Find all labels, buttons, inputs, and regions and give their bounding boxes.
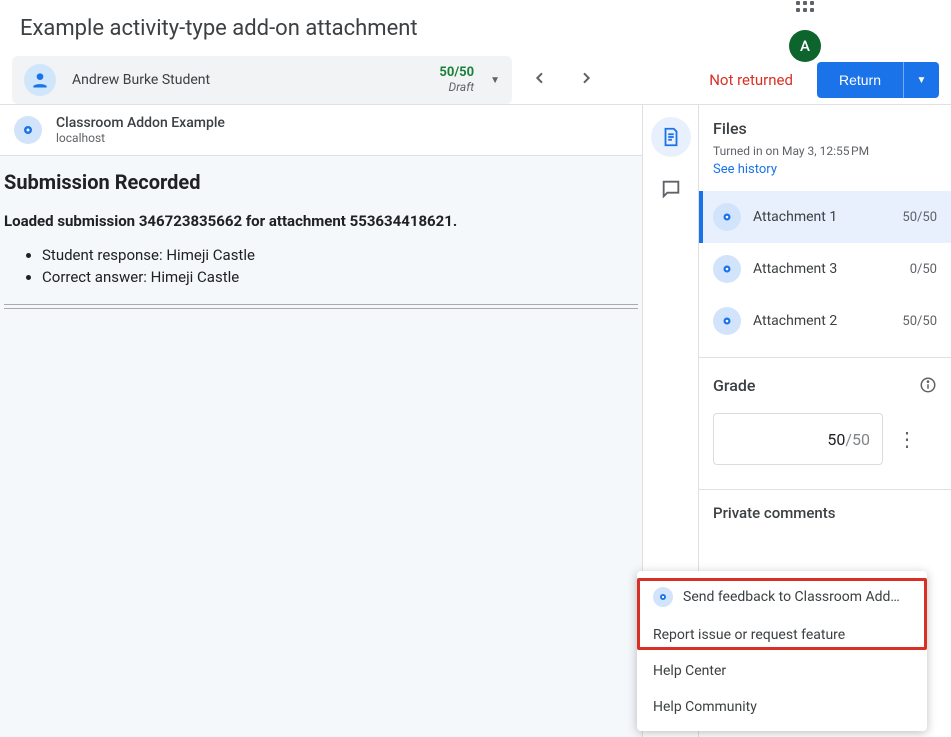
- chevron-down-icon: ▼: [490, 75, 500, 86]
- file-row[interactable]: Attachment 2 50/50: [699, 295, 951, 347]
- next-student-button[interactable]: [568, 70, 604, 91]
- avatar[interactable]: A: [789, 30, 821, 62]
- student-score: 50/50: [439, 66, 474, 80]
- addon-name: Classroom Addon Example: [56, 115, 225, 131]
- submission-heading: Submission Recorded: [4, 170, 638, 194]
- attachment-icon: [713, 255, 741, 283]
- addon-icon: [14, 116, 42, 144]
- file-name: Attachment 2: [753, 313, 890, 329]
- files-title: Files: [713, 119, 937, 138]
- file-row[interactable]: Attachment 1 50/50: [699, 191, 951, 243]
- prev-student-button[interactable]: [522, 70, 558, 91]
- menu-item-label: Help Community: [653, 699, 757, 715]
- menu-item-send-feedback[interactable]: Send feedback to Classroom Add…: [637, 577, 927, 617]
- file-name: Attachment 1: [753, 209, 890, 225]
- draft-label: Draft: [449, 81, 475, 94]
- file-score: 0/50: [910, 262, 937, 277]
- help-menu: Send feedback to Classroom Add… Report i…: [637, 571, 927, 731]
- menu-item-label: Send feedback to Classroom Add…: [683, 589, 900, 605]
- grade-input[interactable]: 50/50: [713, 413, 883, 465]
- file-score: 50/50: [902, 314, 937, 329]
- return-status: Not returned: [709, 71, 793, 89]
- comments-tab-icon[interactable]: [651, 169, 691, 209]
- grade-denominator: /50: [845, 430, 870, 449]
- addon-icon: [653, 587, 673, 607]
- student-selector[interactable]: Andrew Burke Student 50/50 Draft ▼: [12, 56, 512, 104]
- submission-bullet: Student response: Himeji Castle: [42, 246, 638, 264]
- grade-value: 50: [827, 430, 845, 449]
- file-row[interactable]: Attachment 3 0/50: [699, 243, 951, 295]
- addon-iframe-body: Submission Recorded Loaded submission 34…: [0, 156, 642, 737]
- return-dropdown-button[interactable]: ▼: [903, 62, 939, 98]
- menu-item-help-community[interactable]: Help Community: [637, 689, 927, 725]
- menu-item-report-issue[interactable]: Report issue or request feature: [637, 617, 927, 653]
- info-icon[interactable]: [919, 376, 937, 398]
- student-name: Andrew Burke Student: [72, 72, 439, 88]
- turned-in-timestamp: Turned in on May 3, 12:55 PM: [713, 144, 937, 158]
- submission-bullet: Correct answer: Himeji Castle: [42, 268, 638, 286]
- private-comments-title: Private comments: [713, 504, 937, 522]
- attachment-icon: [713, 307, 741, 335]
- apps-icon[interactable]: [796, 0, 814, 12]
- menu-item-help-center[interactable]: Help Center: [637, 653, 927, 689]
- addon-host: localhost: [56, 131, 225, 145]
- attachment-icon: [713, 203, 741, 231]
- see-history-link[interactable]: See history: [713, 162, 777, 177]
- submission-loaded-text: Loaded submission 346723835662 for attac…: [4, 212, 638, 230]
- menu-item-label: Report issue or request feature: [653, 627, 845, 643]
- return-button[interactable]: Return: [817, 62, 903, 98]
- grade-title: Grade: [713, 376, 755, 395]
- page-title: Example activity-type add-on attachment: [20, 16, 418, 41]
- file-score: 50/50: [902, 210, 937, 225]
- grade-more-icon[interactable]: ⋮: [897, 427, 917, 451]
- student-avatar-icon: [24, 64, 56, 96]
- files-tab-icon[interactable]: [651, 117, 691, 157]
- file-name: Attachment 3: [753, 261, 898, 277]
- menu-item-label: Help Center: [653, 663, 726, 679]
